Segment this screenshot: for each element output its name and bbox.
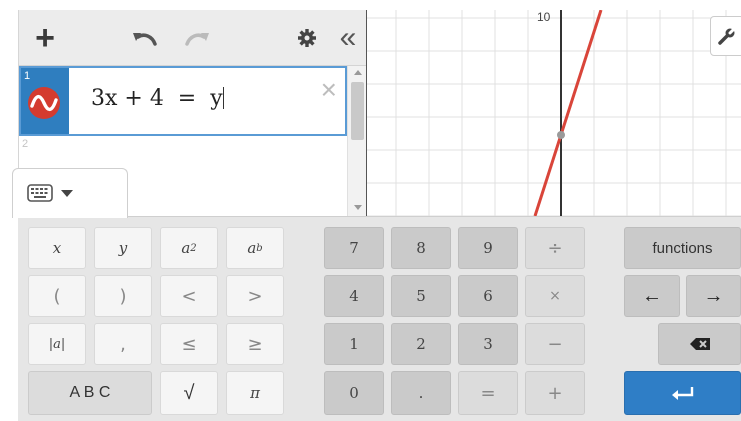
right-arrow-key[interactable]: → (686, 275, 741, 317)
scroll-thumb[interactable] (351, 82, 364, 140)
keyboard-toggle-button[interactable] (12, 168, 128, 218)
enter-key[interactable] (624, 371, 741, 415)
key-minus[interactable]: − (525, 323, 585, 365)
keyboard-icon (27, 184, 53, 202)
key-equals[interactable]: = (458, 371, 518, 415)
expression-index: 1 (24, 70, 31, 82)
collapse-panel-button[interactable]: « (333, 22, 363, 54)
text-cursor (222, 87, 224, 109)
graph-settings-button[interactable] (710, 16, 741, 56)
functions-button[interactable]: functions (624, 227, 741, 269)
chevron-down-icon (61, 190, 73, 197)
scroll-up-icon[interactable] (354, 70, 362, 75)
graph-canvas[interactable] (367, 10, 741, 216)
key-8[interactable]: 8 (391, 227, 451, 269)
key-0[interactable]: 0 (324, 371, 384, 415)
grid-lines (367, 10, 741, 216)
key-comma[interactable]: , (94, 323, 152, 365)
wrench-icon (718, 27, 736, 45)
key-3[interactable]: 3 (458, 323, 518, 365)
expression-tab[interactable]: 1 (21, 68, 69, 134)
key-sqrt[interactable]: √ (160, 371, 218, 415)
key-abs[interactable]: |a| (28, 323, 86, 365)
expression-index: 2 (22, 138, 29, 150)
key-squared[interactable]: a2 (160, 227, 218, 269)
expression-input[interactable]: 3x + 4 = y (91, 86, 224, 111)
key-abc[interactable]: A B C (28, 371, 152, 415)
scroll-down-icon[interactable] (354, 205, 362, 210)
key-1[interactable]: 1 (324, 323, 384, 365)
key-5[interactable]: 5 (391, 275, 451, 317)
key-greater-than[interactable]: > (226, 275, 284, 317)
add-expression-button[interactable]: + (25, 18, 65, 58)
arrow-left-icon: ← (642, 284, 662, 307)
key-9[interactable]: 9 (458, 227, 518, 269)
key-less-than[interactable]: < (160, 275, 218, 317)
key-squared-base: a (181, 239, 191, 257)
plot-line (533, 10, 603, 216)
key-decimal[interactable]: . (391, 371, 451, 415)
expression-scrollbar[interactable] (347, 66, 367, 216)
expression-toolbar: + « (19, 10, 367, 66)
graph-paper[interactable]: 10 (366, 10, 741, 216)
backspace-icon (689, 338, 710, 350)
backspace-key[interactable] (658, 323, 741, 365)
expression-text: 3x + 4 = y (91, 86, 223, 111)
key-divide[interactable]: ÷ (525, 227, 585, 269)
key-plus[interactable]: + (525, 371, 585, 415)
key-power[interactable]: ab (226, 227, 284, 269)
redo-button[interactable] (179, 22, 215, 54)
arrow-right-icon: → (703, 284, 724, 307)
y-tick-label: 10 (537, 10, 551, 24)
settings-button[interactable] (289, 22, 325, 54)
undo-button[interactable] (127, 22, 163, 54)
key-x[interactable]: x (28, 227, 86, 269)
y-intercept-point[interactable] (557, 131, 565, 139)
key-2[interactable]: 2 (391, 323, 451, 365)
undo-icon (133, 33, 157, 46)
key-squared-exp: 2 (190, 242, 197, 254)
key-power-base: a (247, 239, 257, 257)
left-arrow-key[interactable]: ← (624, 275, 680, 317)
expression-row[interactable]: 1 3x + 4 = y × (19, 66, 347, 136)
graph-visibility-icon[interactable] (27, 86, 61, 120)
enter-icon (671, 387, 693, 400)
key-y[interactable]: y (94, 227, 152, 269)
key-6[interactable]: 6 (458, 275, 518, 317)
key-pi[interactable]: π (226, 371, 284, 415)
key-multiply[interactable]: × (525, 275, 585, 317)
key-power-exp: b (256, 242, 263, 254)
key-7[interactable]: 7 (324, 227, 384, 269)
key-less-equal[interactable]: ≤ (160, 323, 218, 365)
math-keypad: x y a2 ab ( ) < > |a| , ≤ ≥ A B C √ π 7 … (18, 216, 741, 421)
key-right-paren[interactable]: ) (94, 275, 152, 317)
delete-expression-button[interactable]: × (321, 76, 337, 104)
key-left-paren[interactable]: ( (28, 275, 86, 317)
key-4[interactable]: 4 (324, 275, 384, 317)
redo-icon (185, 33, 209, 46)
gear-icon (298, 29, 316, 47)
key-greater-equal[interactable]: ≥ (226, 323, 284, 365)
